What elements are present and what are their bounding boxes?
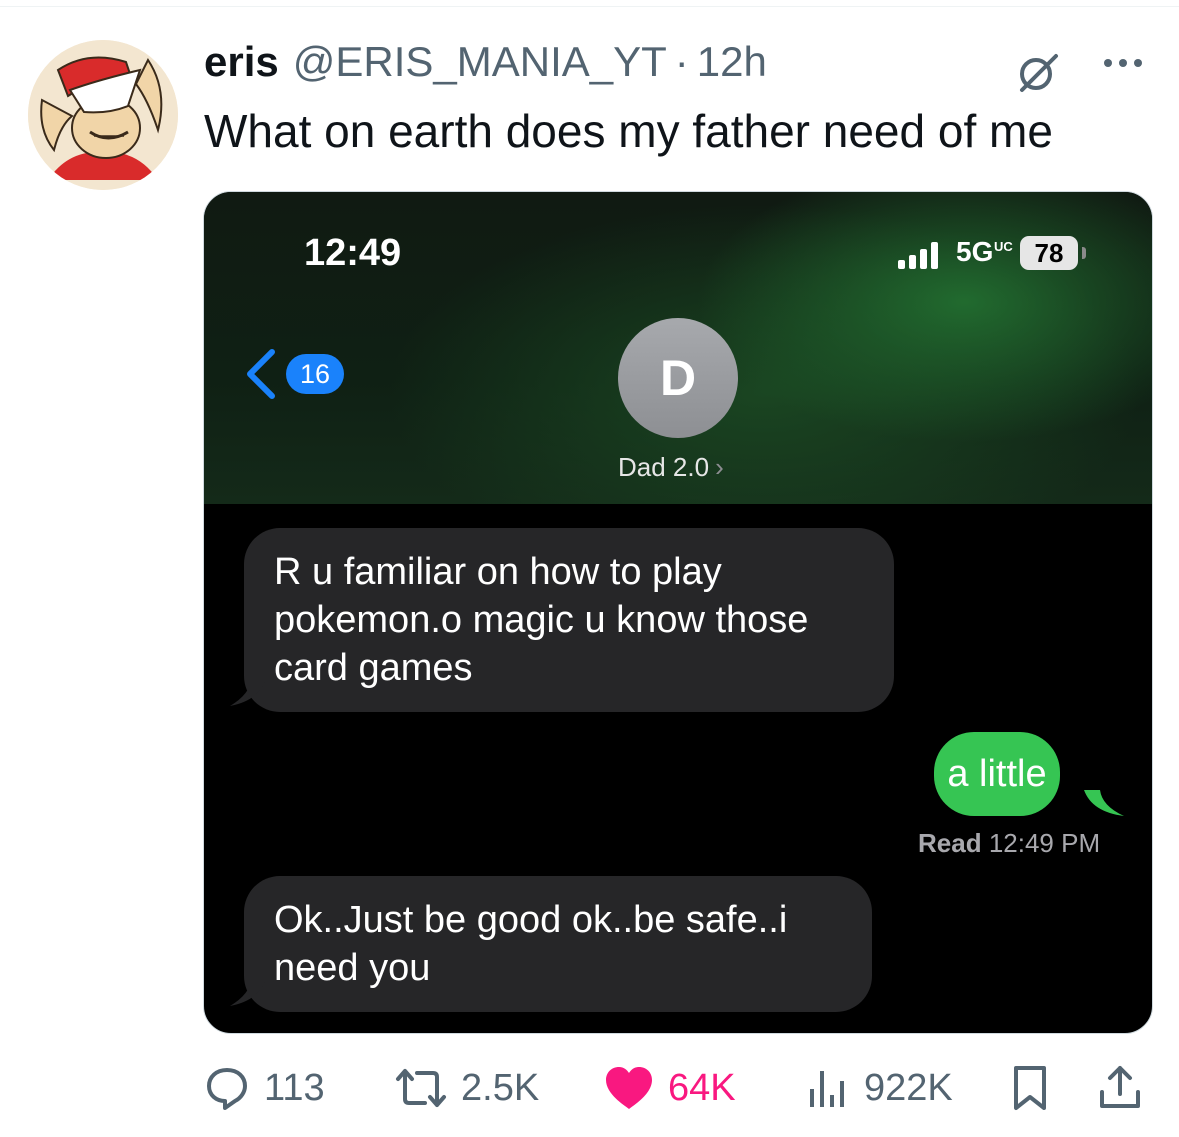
views-button[interactable]: 922K [806,1060,953,1116]
incoming-message[interactable]: R u familiar on how to play pokemon.o ma… [244,528,894,712]
conversation-header: 12:49 5G UC 78 16 D Dad 2.0 › [204,192,1152,504]
like-count: 64K [668,1066,736,1109]
unread-count-badge[interactable]: 16 [286,354,344,394]
post-text: What on earth does my father need of me [204,105,1053,157]
post-header: eris @ERIS_MANIA_YT · 12h [204,38,767,98]
bookmark-button[interactable] [1010,1060,1050,1116]
post-actions-bar: 113 2.5K 64K 922K [0,1060,1179,1120]
grok-icon[interactable] [1016,50,1060,94]
share-icon [1100,1066,1140,1108]
battery-tip [1082,247,1086,259]
status-bar-time: 12:49 [304,232,402,274]
signal-icon [898,240,944,270]
more-icon[interactable] [1100,48,1146,78]
reply-button[interactable]: 113 [204,1060,325,1116]
reply-count: 113 [264,1066,325,1109]
author-name[interactable]: eris [204,38,279,86]
post-image-screenshot[interactable]: 12:49 5G UC 78 16 D Dad 2.0 › R u familia… [203,191,1153,1034]
outgoing-bubble-tail [1084,790,1124,816]
incoming-bubble-tail [230,678,266,706]
like-button[interactable]: 64K [604,1060,736,1116]
network-label: 5G [956,236,994,267]
network-badge: UC [994,239,1013,254]
repost-count: 2.5K [461,1066,540,1109]
contact-name-label: Dad 2.0 [618,452,710,482]
incoming-bubble-tail [230,978,266,1006]
read-receipt-time: 12:49 PM [988,828,1101,858]
outgoing-message[interactable]: a little [934,732,1060,816]
author-handle[interactable]: @ERIS_MANIA_YT [293,38,667,86]
views-icon [810,1071,844,1107]
repost-icon [396,1069,446,1107]
author-avatar[interactable] [28,40,178,190]
repost-button[interactable]: 2.5K [395,1060,539,1116]
heart-icon [606,1067,652,1109]
contact-name[interactable]: Dad 2.0 › [618,452,724,483]
bookmark-icon [1014,1066,1046,1110]
read-receipt-label: Read [918,828,982,858]
separator-dot: · [674,38,689,85]
battery-indicator: 78 [1020,236,1078,270]
top-divider [0,6,1179,7]
share-button[interactable] [1098,1060,1142,1116]
contact-avatar[interactable]: D [618,318,738,438]
post-timestamp[interactable]: 12h [697,38,767,86]
views-count: 922K [864,1066,953,1109]
read-receipt: Read 12:49 PM [918,828,1100,859]
back-chevron-icon[interactable] [242,348,280,400]
chevron-right-icon: › [715,452,724,482]
reply-icon [207,1068,247,1110]
incoming-message[interactable]: Ok..Just be good ok..be safe..i need you [244,876,872,1012]
